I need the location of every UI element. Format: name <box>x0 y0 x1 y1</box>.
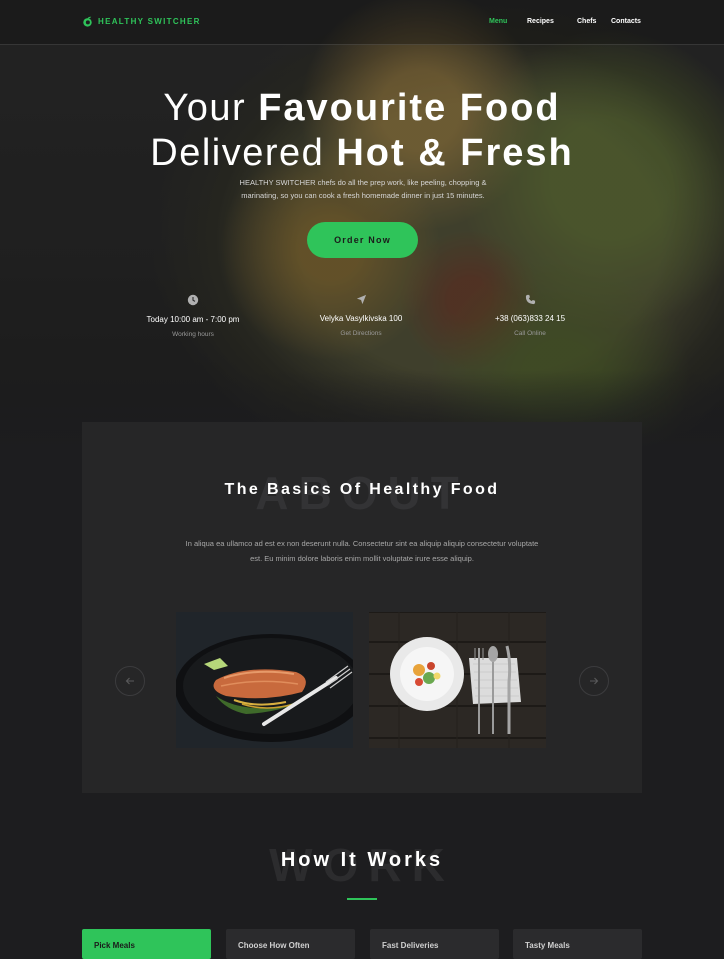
hero-section: HEALTHY SWITCHER Menu Recipes Chefs Cont… <box>0 0 724 450</box>
working-hours-value: Today 10:00 am - 7:00 pm <box>146 315 240 324</box>
hero-title-line-1: Your Favourite Food <box>163 87 561 129</box>
hero-subtitle: HEALTHY SWITCHER chefs do all the prep w… <box>239 178 487 200</box>
salmon-dish-photo[interactable] <box>176 612 353 748</box>
work-title: How It Works <box>280 849 444 871</box>
about-text: In aliqua ea ullamco ad est ex non deser… <box>185 539 539 563</box>
nav-contacts[interactable]: Contacts <box>611 18 641 25</box>
arrow-right-icon <box>590 677 599 685</box>
phone-value[interactable]: +38 (063)833 24 15 <box>455 314 605 323</box>
clock-icon <box>187 294 199 306</box>
top-navbar: HEALTHY SWITCHER Menu Recipes Chefs Cont… <box>0 0 724 45</box>
phone-icon <box>525 294 535 305</box>
step-fast-deliveries[interactable]: Fast Deliveries <box>370 929 499 959</box>
carousel-next-button[interactable] <box>579 666 609 696</box>
about-section: ABOUT The Basics Of Healthy Food In aliq… <box>82 422 642 793</box>
nav-menu[interactable]: Menu <box>489 18 507 25</box>
hero-title-line-2: Delivered Hot & Fresh <box>150 132 574 174</box>
call-online-link[interactable]: Call Online <box>455 330 605 337</box>
nav-recipes[interactable]: Recipes <box>527 18 554 25</box>
order-now-button[interactable]: Order Now <box>307 222 418 258</box>
working-hours-label: Working hours <box>172 331 214 338</box>
plated-salad-photo[interactable] <box>369 612 546 748</box>
about-title: The Basics Of Healthy Food <box>224 481 500 498</box>
plated-salad-image <box>369 612 546 748</box>
info-working-hours: Today 10:00 am - 7:00 pm Working hours <box>118 294 268 338</box>
brand-logo[interactable]: HEALTHY SWITCHER <box>82 16 201 27</box>
navigation-arrow-icon <box>356 294 366 305</box>
step-pick-meals[interactable]: Pick Meals <box>82 929 211 959</box>
brand-name: HEALTHY SWITCHER <box>98 17 201 26</box>
nav-chefs[interactable]: Chefs <box>577 18 596 25</box>
salmon-dish-image <box>176 612 353 748</box>
apple-icon <box>83 16 92 27</box>
arrow-left-icon <box>125 677 134 685</box>
info-address: Velyka Vasylkivska 100 Get Directions <box>286 294 436 337</box>
get-directions-link[interactable]: Get Directions <box>286 330 436 337</box>
address-value[interactable]: Velyka Vasylkivska 100 <box>286 314 436 323</box>
info-phone: +38 (063)833 24 15 Call Online <box>455 294 605 337</box>
step-choose-how-often[interactable]: Choose How Often <box>226 929 355 959</box>
step-tasty-meals[interactable]: Tasty Meals <box>513 929 642 959</box>
work-title-underline <box>347 898 377 900</box>
carousel-prev-button[interactable] <box>115 666 145 696</box>
